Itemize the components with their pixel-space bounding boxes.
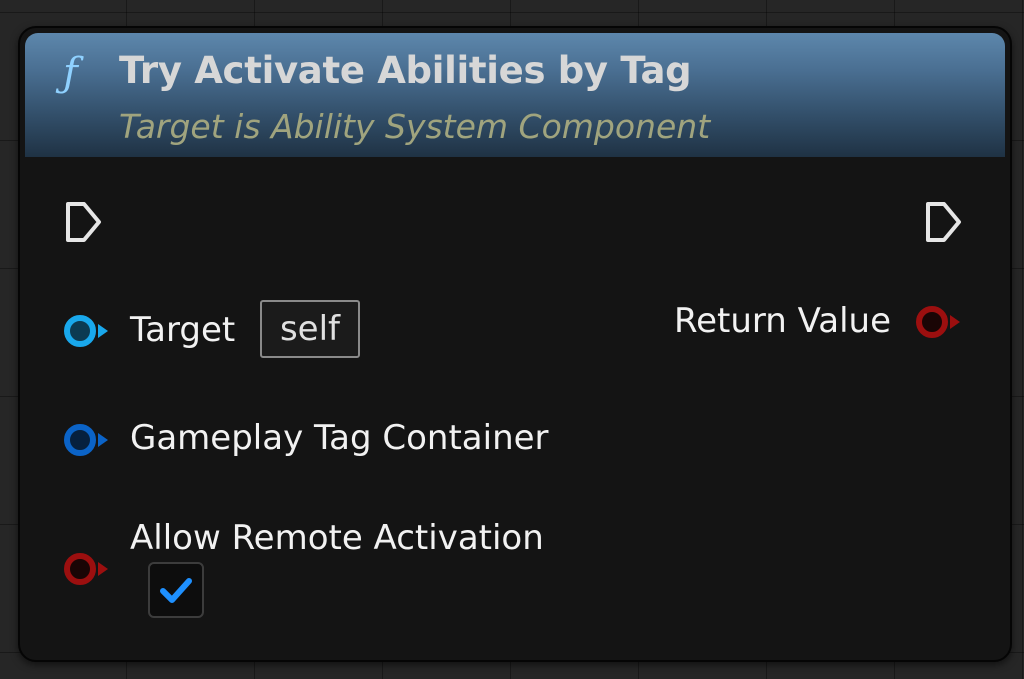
gameplay-tag-container-pin-icon[interactable] xyxy=(62,423,114,457)
blueprint-node[interactable]: ƒ Try Activate Abilities by Tag Target i… xyxy=(18,26,1012,662)
function-icon: ƒ xyxy=(63,50,78,96)
target-pin-icon[interactable] xyxy=(62,314,114,348)
return-value-pin-icon[interactable] xyxy=(914,305,966,339)
checkmark-icon xyxy=(160,578,192,603)
allow-remote-activation-pin-icon[interactable] xyxy=(62,552,114,586)
allow-remote-activation-label: Allow Remote Activation xyxy=(130,518,544,558)
node-subtitle: Target is Ability System Component xyxy=(119,107,711,146)
return-value-label: Return Value xyxy=(674,301,891,341)
target-label: Target xyxy=(130,310,236,350)
node-title: Try Activate Abilities by Tag xyxy=(119,49,692,92)
allow-remote-activation-checkbox[interactable] xyxy=(148,562,204,618)
target-default-value[interactable]: self xyxy=(260,300,360,358)
node-header[interactable]: ƒ Try Activate Abilities by Tag Target i… xyxy=(25,33,1005,157)
gameplay-tag-container-label: Gameplay Tag Container xyxy=(130,418,549,458)
exec-output-pin-icon[interactable] xyxy=(924,200,964,244)
exec-input-pin-icon[interactable] xyxy=(64,200,104,244)
